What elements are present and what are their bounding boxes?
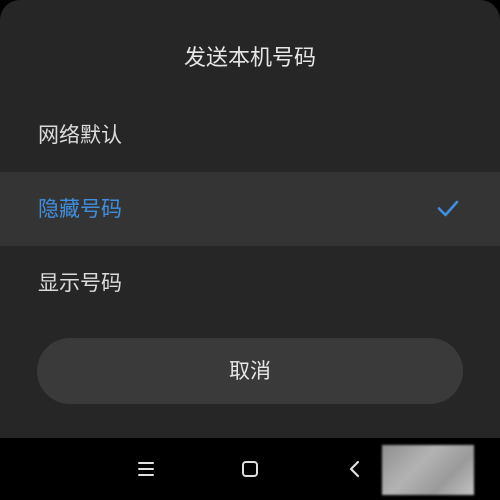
option-label: 网络默认	[38, 123, 122, 147]
option-hide-number[interactable]: 隐藏号码	[0, 172, 500, 246]
check-icon	[437, 200, 459, 217]
dialog-title: 发送本机号码	[183, 46, 316, 71]
option-network-default[interactable]: 网络默认	[0, 98, 500, 172]
option-label: 显示号码	[38, 271, 122, 295]
screen: 发送本机号码 网络默认 隐藏号码 显示号码 取消	[0, 0, 500, 500]
option-label: 隐藏号码	[38, 197, 122, 221]
back-chevron-icon[interactable]	[341, 455, 369, 483]
cancel-button[interactable]: 取消	[37, 338, 463, 404]
option-show-number[interactable]: 显示号码	[0, 246, 500, 320]
home-square-icon[interactable]	[236, 455, 264, 483]
menu-icon[interactable]	[132, 455, 160, 483]
send-number-dialog: 发送本机号码 网络默认 隐藏号码 显示号码 取消	[0, 0, 500, 438]
blurred-watermark	[382, 445, 474, 495]
